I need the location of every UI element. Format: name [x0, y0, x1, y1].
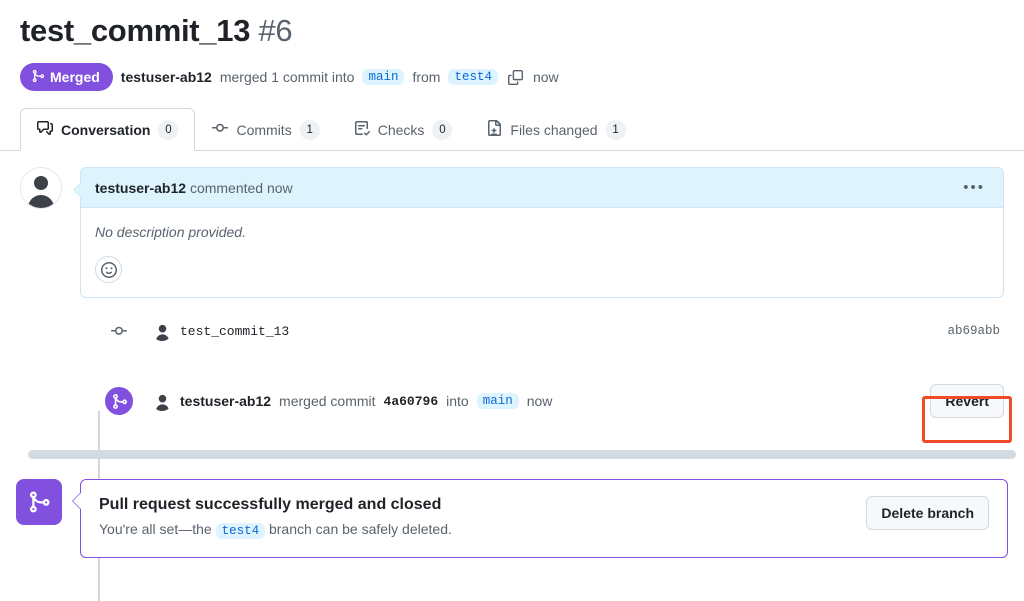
commit-dot-icon	[108, 320, 130, 343]
tab-conversation-count: 0	[158, 119, 179, 140]
tab-checks[interactable]: Checks 0	[337, 108, 470, 151]
revert-button[interactable]: Revert	[930, 384, 1004, 419]
tab-checks-label: Checks	[377, 121, 425, 138]
merged-subtitle-before: You're all set—the	[99, 521, 212, 537]
merged-commit-sha[interactable]: 4a60796	[384, 394, 439, 409]
pr-timeline: testuser-ab12 commented now ••• No descr…	[0, 151, 1024, 601]
tab-checks-count: 0	[432, 119, 453, 140]
merged-subtitle-after: branch can be safely deleted.	[268, 521, 452, 537]
comment-thread: testuser-ab12 commented now ••• No descr…	[20, 151, 1004, 299]
status-badge-label: Merged	[50, 69, 100, 86]
git-merge-icon	[16, 479, 62, 525]
pr-tabs: Conversation 0 Commits 1 Checks 0 Files …	[0, 107, 1024, 152]
merge-target-branch-chip[interactable]: main	[476, 393, 519, 410]
pr-merge-text: merged 1 commit into	[219, 69, 355, 86]
timeline-commit-row: test_commit_13 ab69abb	[20, 308, 1004, 354]
merged-banner: Pull request successfully merged and clo…	[16, 479, 1008, 558]
commit-message[interactable]: test_commit_13	[180, 324, 289, 339]
copy-icon[interactable]	[506, 69, 525, 85]
horizontal-scrollbar[interactable]	[28, 450, 1016, 459]
commit-dot-icon	[212, 120, 229, 139]
comment-meta: commented now	[189, 179, 293, 196]
status-badge: Merged	[20, 63, 113, 92]
merge-into-text: into	[446, 393, 469, 410]
comment-author[interactable]: testuser-ab12	[95, 180, 186, 196]
from-text: from	[412, 69, 441, 86]
merge-action-text: merged commit	[279, 393, 376, 410]
comment-body: No description provided.	[81, 208, 1003, 297]
page-title: test_commit_13 #6	[20, 12, 1004, 49]
merge-time: now	[532, 69, 559, 86]
pr-subheader: Merged testuser-ab12 merged 1 commit int…	[20, 63, 1004, 92]
tab-commits-label: Commits	[236, 121, 292, 138]
user-avatar-icon	[28, 176, 54, 209]
tab-files-changed-count: 1	[605, 119, 626, 140]
kebab-menu-icon[interactable]: •••	[959, 178, 989, 197]
git-merge-icon	[31, 69, 45, 85]
comment-header: testuser-ab12 commented now •••	[81, 168, 1003, 209]
tab-files-changed-label: Files changed	[510, 121, 598, 138]
base-branch-chip[interactable]: main	[362, 69, 405, 86]
smiley-reaction-icon[interactable]	[95, 256, 122, 284]
user-avatar-icon[interactable]	[152, 321, 172, 342]
merged-banner-text: Pull request successfully merged and clo…	[99, 496, 452, 539]
comment-discussion-icon	[37, 120, 53, 139]
git-merge-icon	[103, 385, 135, 418]
pr-number: #6	[258, 13, 293, 48]
revert-button-wrapper: Revert	[930, 384, 1004, 419]
merged-banner-subtitle: You're all set—the test4 branch can be s…	[99, 521, 452, 539]
tab-conversation-label: Conversation	[61, 121, 151, 138]
checklist-icon	[354, 120, 370, 139]
merge-author[interactable]: testuser-ab12	[180, 393, 271, 409]
tab-conversation[interactable]: Conversation 0	[20, 108, 196, 152]
merged-banner-title: Pull request successfully merged and clo…	[99, 496, 442, 513]
pr-author[interactable]: testuser-ab12	[121, 69, 212, 85]
tab-commits[interactable]: Commits 1	[195, 108, 336, 151]
pr-title-text: test_commit_13	[20, 13, 251, 48]
head-branch-chip[interactable]: test4	[448, 69, 498, 86]
timeline-merge-row: testuser-ab12 merged commit 4a60796 into…	[20, 378, 1004, 424]
merged-banner-box: Pull request successfully merged and clo…	[72, 479, 1008, 558]
user-avatar-icon[interactable]	[152, 391, 172, 412]
tab-files-changed[interactable]: Files changed 1	[469, 108, 642, 151]
commit-sha[interactable]: ab69abb	[947, 324, 1004, 338]
delete-branch-button[interactable]: Delete branch	[866, 496, 989, 530]
merged-branch-chip[interactable]: test4	[215, 523, 266, 539]
comment-card: testuser-ab12 commented now ••• No descr…	[73, 167, 1004, 299]
merge-row-time: now	[526, 393, 553, 410]
pr-header: test_commit_13 #6 Merged testuser-ab12 m…	[0, 0, 1024, 92]
comment-text: No description provided.	[95, 224, 246, 241]
file-diff-icon	[486, 120, 502, 139]
tab-commits-count: 1	[299, 119, 320, 140]
avatar[interactable]	[20, 167, 62, 210]
